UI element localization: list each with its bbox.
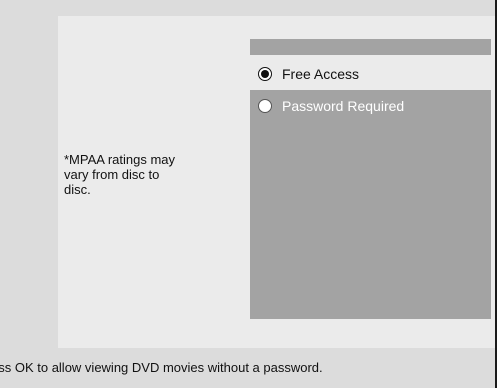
option-label-free-access: Free Access (282, 66, 360, 82)
radio-option-free-access[interactable]: Free Access (258, 63, 359, 85)
mpaa-note: *MPAA ratings may vary from disc to disc… (64, 152, 176, 197)
radio-unchecked-icon[interactable] (258, 99, 272, 113)
option-label-password-required: Password Required (282, 98, 405, 114)
options-box (250, 90, 491, 319)
radio-option-password-required[interactable]: Password Required (258, 95, 404, 117)
radio-dot (261, 70, 269, 78)
status-bar: Press OK to allow viewing DVD movies wit… (0, 348, 495, 388)
options-header-bar (250, 39, 491, 55)
radio-checked-icon[interactable] (258, 67, 272, 81)
radio-dot (262, 103, 268, 109)
status-text: Press OK to allow viewing DVD movies wit… (0, 360, 323, 375)
